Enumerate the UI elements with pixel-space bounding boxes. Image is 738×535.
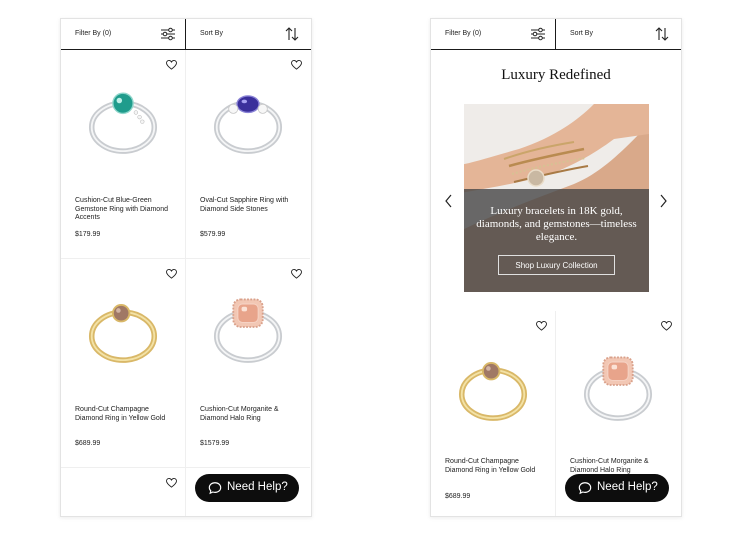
sort-arrows-icon: [655, 27, 669, 41]
product-card[interactable]: Cushion-Cut Blue-Green Gemstone Ring wit…: [61, 50, 186, 259]
sort-button[interactable]: Sort By: [556, 19, 681, 49]
sort-label: Sort By: [570, 30, 593, 37]
need-help-label: Need Help?: [227, 481, 288, 493]
chevron-right-icon[interactable]: [658, 194, 668, 208]
product-name[interactable]: Cushion-Cut Blue-Green Gemstone Ring wit…: [75, 197, 177, 223]
heart-icon[interactable]: [166, 478, 177, 488]
heart-icon[interactable]: [291, 269, 302, 279]
sliders-icon: [531, 27, 545, 41]
need-help-label: Need Help?: [597, 481, 658, 493]
need-help-button[interactable]: Need Help?: [195, 474, 299, 502]
filter-sort-toolbar: Filter By (0) Sort By: [61, 19, 311, 50]
product-price: $689.99: [75, 440, 101, 447]
heart-icon[interactable]: [291, 60, 302, 70]
product-card[interactable]: Round-Cut Champagne Diamond Ring in Yell…: [431, 311, 556, 516]
sort-label: Sort By: [200, 30, 223, 37]
product-price: $689.99: [445, 493, 471, 500]
need-help-button[interactable]: Need Help?: [565, 474, 669, 502]
chat-bubble-icon: [208, 481, 222, 495]
filter-sort-toolbar: Filter By (0) Sort By: [431, 19, 681, 50]
promo-overlay: Luxury bracelets in 18K gold, diamonds, …: [464, 189, 649, 292]
heart-icon[interactable]: [536, 321, 547, 331]
product-price: $1579.99: [200, 440, 230, 447]
heart-icon[interactable]: [166, 269, 177, 279]
product-image[interactable]: [447, 339, 539, 431]
product-image[interactable]: [202, 72, 294, 164]
product-image[interactable]: [77, 72, 169, 164]
sort-arrows-icon: [285, 27, 299, 41]
product-image[interactable]: [77, 281, 169, 373]
product-name[interactable]: Round-Cut Champagne Diamond Ring in Yell…: [75, 406, 177, 423]
phone-screen-product-grid: Filter By (0) Sort By Cushion-Cut Blue-G…: [60, 18, 312, 517]
product-name[interactable]: Cushion-Cut Morganite & Diamond Halo Rin…: [200, 406, 302, 423]
product-name[interactable]: Oval-Cut Sapphire Ring with Diamond Side…: [200, 197, 302, 214]
promo-title: Luxury Redefined: [501, 67, 611, 83]
filter-button[interactable]: Filter By (0): [431, 19, 556, 49]
product-name[interactable]: Round-Cut Champagne Diamond Ring in Yell…: [445, 458, 547, 475]
shop-luxury-collection-button[interactable]: Shop Luxury Collection: [498, 255, 615, 275]
product-card[interactable]: Oval-Cut Sapphire Ring with Diamond Side…: [186, 50, 310, 259]
filter-button[interactable]: Filter By (0): [61, 19, 186, 49]
product-name[interactable]: Cushion-Cut Morganite & Diamond Halo Rin…: [570, 458, 672, 475]
product-card[interactable]: Round-Cut Champagne Diamond Ring in Yell…: [61, 259, 186, 468]
product-price: $579.99: [200, 231, 226, 238]
filter-label: Filter By (0): [445, 30, 482, 37]
filter-label: Filter By (0): [75, 30, 112, 37]
product-image[interactable]: [572, 339, 664, 431]
sliders-icon: [161, 27, 175, 41]
promo-text: Luxury bracelets in 18K gold, diamonds, …: [476, 205, 637, 243]
heart-icon[interactable]: [166, 60, 177, 70]
sort-button[interactable]: Sort By: [186, 19, 311, 49]
product-card[interactable]: [61, 468, 186, 516]
phone-screen-promo: Filter By (0) Sort By Luxury Redefined L…: [430, 18, 682, 517]
heart-icon[interactable]: [661, 321, 672, 331]
product-card[interactable]: Cushion-Cut Morganite & Diamond Halo Rin…: [186, 259, 310, 468]
chevron-left-icon[interactable]: [444, 194, 454, 208]
product-image[interactable]: [202, 281, 294, 373]
product-price: $179.99: [75, 231, 101, 238]
chat-bubble-icon: [578, 481, 592, 495]
